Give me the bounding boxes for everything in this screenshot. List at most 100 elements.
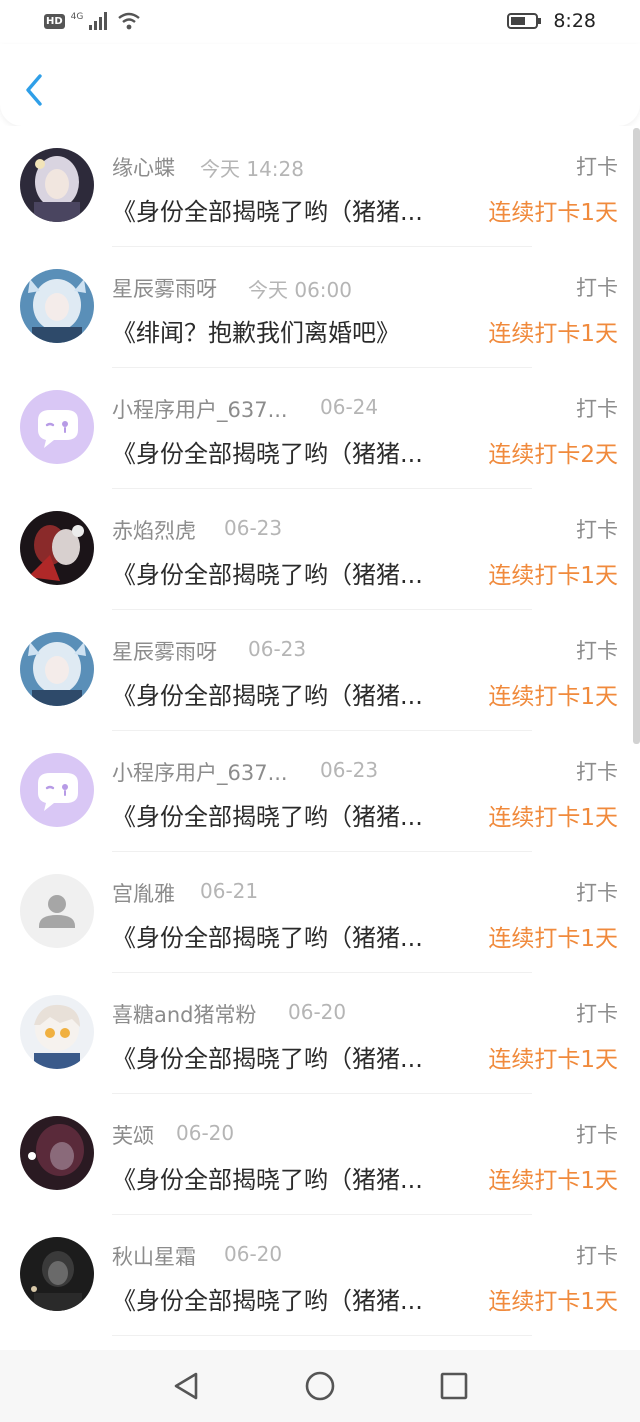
record-type: 打卡 (576, 639, 618, 663)
book-title[interactable]: 《身份全部揭晓了哟（猪猪... (112, 1039, 464, 1074)
user-avatar[interactable] (20, 995, 94, 1069)
checkin-time: 06-24 (320, 395, 379, 419)
checkin-time: 06-23 (320, 758, 379, 782)
network-type: 4G (70, 11, 84, 22)
book-title[interactable]: 《身份全部揭晓了哟（猪猪... (112, 676, 464, 711)
streak-label: 连续打卡1天 (488, 1168, 618, 1194)
status-left: HD 4G (44, 12, 141, 30)
book-title[interactable]: 《绯闻？抱歉我们离婚吧》 (112, 313, 464, 348)
checkin-time: 06-20 (176, 1121, 235, 1145)
mini-program-avatar (20, 753, 94, 827)
record-type: 打卡 (576, 397, 618, 421)
user-avatar[interactable] (20, 874, 94, 948)
list-item[interactable]: 赤焰烈虎 06-23 打卡 《身份全部揭晓了哟（猪猪... 连续打卡1天 (0, 489, 632, 610)
wifi-icon (118, 12, 141, 30)
checkin-list[interactable]: 缘心蝶 今天 14:28 打卡 《身份全部揭晓了哟（猪猪... 连续打卡1天 星… (0, 126, 640, 1350)
list-item[interactable]: 缘心蝶 今天 14:28 打卡 《身份全部揭晓了哟（猪猪... 连续打卡1天 (0, 126, 632, 247)
record-type: 打卡 (576, 1244, 618, 1268)
streak-label: 连续打卡1天 (488, 926, 618, 952)
streak-label: 连续打卡1天 (488, 563, 618, 589)
checkin-time: 今天 14:28 (200, 157, 304, 181)
scrollbar[interactable] (633, 128, 640, 744)
list-item[interactable]: 宫胤雅 06-21 打卡 《身份全部揭晓了哟（猪猪... 连续打卡1天 (0, 852, 632, 973)
user-avatar[interactable] (20, 511, 94, 585)
record-type: 打卡 (576, 155, 618, 179)
nav-back-button[interactable] (166, 1366, 206, 1406)
nav-recents-button[interactable] (434, 1366, 474, 1406)
checkin-time: 06-23 (224, 516, 283, 540)
user-name: 芙颂 (112, 1124, 154, 1148)
streak-label: 连续打卡1天 (488, 684, 618, 710)
book-title[interactable]: 《身份全部揭晓了哟（猪猪... (112, 434, 464, 469)
status-bar: HD 4G 8:28 (0, 0, 640, 44)
user-name: 星辰雾雨呀 (112, 277, 217, 301)
nav-home-button[interactable] (300, 1366, 340, 1406)
book-title[interactable]: 《身份全部揭晓了哟（猪猪... (112, 918, 464, 953)
anime-character-avatar (20, 511, 94, 585)
mini-program-avatar (20, 390, 94, 464)
user-avatar[interactable] (20, 1116, 94, 1190)
square-recents-icon (440, 1372, 468, 1400)
user-name: 秋山星霜 (112, 1245, 196, 1269)
record-type: 打卡 (576, 518, 618, 542)
signal-icon (89, 12, 108, 30)
user-avatar[interactable] (20, 269, 94, 343)
checkin-time: 06-21 (200, 879, 259, 903)
list-item[interactable]: 秋山星霜 06-20 打卡 《身份全部揭晓了哟（猪猪... 连续打卡1天 (0, 1215, 632, 1336)
status-right: 8:28 (507, 10, 596, 32)
streak-label: 连续打卡1天 (488, 200, 618, 226)
user-avatar[interactable] (20, 148, 94, 222)
list-item[interactable]: 喜糖and猪常粉 06-20 打卡 《身份全部揭晓了哟（猪猪... 连续打卡1天 (0, 973, 632, 1094)
list-item[interactable]: 芙颂 06-20 打卡 《身份全部揭晓了哟（猪猪... 连续打卡1天 (0, 1094, 632, 1215)
checkin-time: 今天 06:00 (248, 278, 352, 302)
anime-character-avatar (20, 148, 94, 222)
user-avatar[interactable] (20, 753, 94, 827)
book-title[interactable]: 《身份全部揭晓了哟（猪猪... (112, 1160, 464, 1195)
user-name: 宫胤雅 (112, 882, 175, 906)
streak-label: 连续打卡1天 (488, 805, 618, 831)
anime-character-avatar (20, 995, 94, 1069)
system-nav-bar (0, 1350, 640, 1422)
streak-label: 连续打卡1天 (488, 1047, 618, 1073)
checkin-time: 06-23 (248, 637, 307, 661)
row-divider (112, 1335, 532, 1336)
triangle-back-icon (174, 1372, 198, 1400)
user-avatar[interactable] (20, 632, 94, 706)
anime-character-avatar (20, 269, 94, 343)
record-type: 打卡 (576, 1002, 618, 1026)
streak-label: 连续打卡2天 (488, 442, 618, 468)
record-type: 打卡 (576, 276, 618, 300)
list-item[interactable]: 小程序用户_637... 06-23 打卡 《身份全部揭晓了哟（猪猪... 连续… (0, 731, 632, 852)
user-name: 赤焰烈虎 (112, 519, 196, 543)
back-button[interactable] (14, 68, 54, 112)
record-type: 打卡 (576, 1123, 618, 1147)
status-clock: 8:28 (553, 10, 596, 32)
list-item[interactable]: 小程序用户_637... 06-24 打卡 《身份全部揭晓了哟（猪猪... 连续… (0, 368, 632, 489)
user-name: 星辰雾雨呀 (112, 640, 217, 664)
streak-label: 连续打卡1天 (488, 321, 618, 347)
streak-label: 连续打卡1天 (488, 1289, 618, 1315)
chevron-left-icon (26, 74, 42, 106)
book-title[interactable]: 《身份全部揭晓了哟（猪猪... (112, 1281, 464, 1316)
user-name: 喜糖and猪常粉 (112, 1003, 257, 1027)
book-title[interactable]: 《身份全部揭晓了哟（猪猪... (112, 192, 464, 227)
user-avatar[interactable] (20, 1237, 94, 1311)
hd-badge: HD (44, 13, 65, 29)
book-title[interactable]: 《身份全部揭晓了哟（猪猪... (112, 797, 464, 832)
checkin-time: 06-20 (288, 1000, 347, 1024)
user-name: 小程序用户_637... (112, 761, 288, 785)
user-avatar[interactable] (20, 390, 94, 464)
battery-icon (507, 13, 542, 29)
user-name: 缘心蝶 (112, 156, 175, 180)
header-bar (0, 44, 640, 126)
user-name: 小程序用户_637... (112, 398, 288, 422)
list-item[interactable]: 星辰雾雨呀 06-23 打卡 《身份全部揭晓了哟（猪猪... 连续打卡1天 (0, 610, 632, 731)
default-user-avatar (20, 874, 94, 948)
anime-character-avatar (20, 632, 94, 706)
list-item[interactable]: 星辰雾雨呀 今天 06:00 打卡 《绯闻？抱歉我们离婚吧》 连续打卡1天 (0, 247, 632, 368)
book-title[interactable]: 《身份全部揭晓了哟（猪猪... (112, 555, 464, 590)
record-type: 打卡 (576, 881, 618, 905)
record-type: 打卡 (576, 760, 618, 784)
anime-character-avatar (20, 1116, 94, 1190)
circle-home-icon (305, 1371, 335, 1401)
